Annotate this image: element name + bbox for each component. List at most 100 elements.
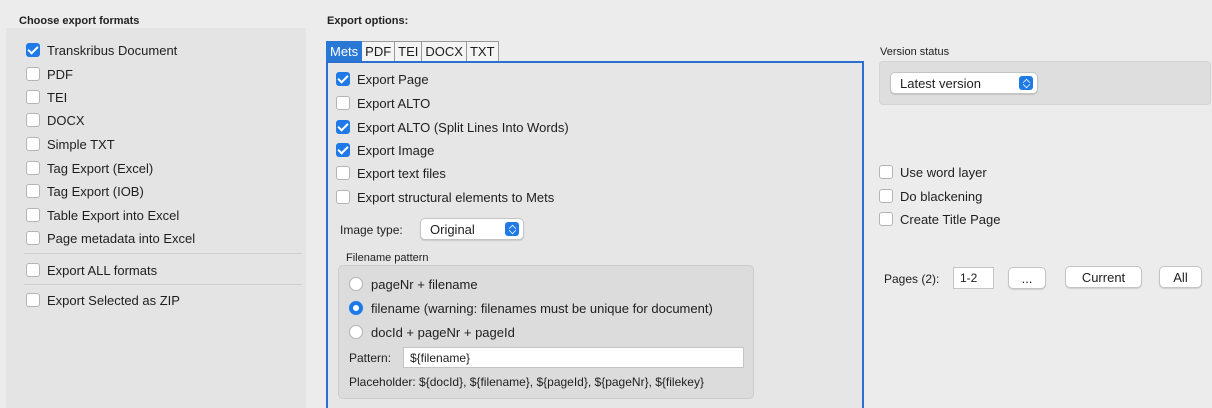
- checkbox[interactable]: [336, 120, 350, 134]
- divider: [24, 253, 302, 254]
- option-label: Use word layer: [900, 164, 987, 180]
- image-type-value: Original: [430, 221, 475, 237]
- option-label: Export structural elements to Mets: [357, 189, 555, 205]
- checkbox[interactable]: [26, 293, 40, 307]
- format-label: DOCX: [47, 112, 85, 128]
- radio-pagenr-filename[interactable]: pageNr + filename: [349, 274, 478, 294]
- divider: [24, 284, 302, 285]
- version-value: Latest version: [900, 75, 981, 91]
- do-blackening-option[interactable]: Do blackening: [879, 186, 982, 206]
- checkbox[interactable]: [336, 72, 350, 86]
- checkbox[interactable]: [26, 231, 40, 245]
- checkbox[interactable]: [336, 166, 350, 180]
- format-tei[interactable]: TEI: [26, 87, 67, 107]
- format-label: Tag Export (Excel): [47, 160, 154, 176]
- format-simple-txt[interactable]: Simple TXT: [26, 134, 115, 154]
- pages-label: Pages (2):: [884, 272, 940, 286]
- image-type-label: Image type:: [340, 223, 403, 237]
- filename-pattern-group: pageNr + filename filename (warning: fil…: [338, 265, 754, 399]
- checkbox[interactable]: [26, 137, 40, 151]
- checkbox[interactable]: [879, 165, 893, 179]
- pages-input[interactable]: 1-2: [953, 267, 994, 289]
- checkbox[interactable]: [26, 184, 40, 198]
- page-select-ellipsis-button[interactable]: ...: [1008, 267, 1046, 289]
- export-alto-split-option[interactable]: Export ALTO (Split Lines Into Words): [336, 117, 569, 137]
- format-label: TEI: [47, 89, 68, 105]
- export-zip-label: Export Selected as ZIP: [47, 292, 180, 308]
- filename-pattern-title: Filename pattern: [346, 252, 429, 264]
- format-label: Simple TXT: [47, 136, 115, 152]
- version-status-label: Version status: [880, 46, 950, 58]
- create-title-page-option[interactable]: Create Title Page: [879, 209, 1000, 229]
- version-status-box: Latest version: [879, 61, 1211, 105]
- checkbox[interactable]: [336, 96, 350, 110]
- format-transkribus-document[interactable]: Transkribus Document: [26, 40, 177, 60]
- radio-filename[interactable]: filename (warning: filenames must be uni…: [349, 298, 713, 318]
- radio-button[interactable]: [349, 325, 363, 339]
- checkbox[interactable]: [26, 208, 40, 222]
- export-image-option[interactable]: Export Image: [336, 140, 434, 160]
- radio-label: docId + pageNr + pageId: [371, 324, 515, 340]
- export-page-option[interactable]: Export Page: [336, 69, 429, 89]
- format-label: Tag Export (IOB): [47, 183, 144, 199]
- checkbox[interactable]: [879, 212, 893, 226]
- option-label: Export ALTO: [357, 95, 431, 111]
- use-word-layer-option[interactable]: Use word layer: [879, 162, 987, 182]
- radio-button[interactable]: [349, 301, 363, 315]
- export-text-files-option[interactable]: Export text files: [336, 163, 446, 183]
- export-all-label: Export ALL formats: [47, 262, 158, 278]
- checkbox[interactable]: [26, 67, 40, 81]
- pattern-label: Pattern:: [349, 351, 392, 365]
- image-type-select[interactable]: Original: [420, 218, 524, 240]
- chevron-updown-icon: [505, 222, 519, 236]
- option-label: Create Title Page: [900, 211, 1001, 227]
- checkbox[interactable]: [336, 190, 350, 204]
- checkbox[interactable]: [336, 143, 350, 157]
- tab-pdf[interactable]: PDF: [362, 41, 396, 62]
- format-docx[interactable]: DOCX: [26, 110, 85, 130]
- radio-docid-pagenr-pageid[interactable]: docId + pageNr + pageId: [349, 322, 515, 342]
- format-label: Transkribus Document: [47, 42, 178, 58]
- placeholder-hint: Placeholder: ${docId}, ${filename}, ${pa…: [349, 375, 704, 389]
- export-structural-option[interactable]: Export structural elements to Mets: [336, 187, 554, 207]
- mets-options-panel: Export Page Export ALTO Export ALTO (Spl…: [326, 61, 864, 408]
- chevron-updown-icon: [1019, 76, 1033, 90]
- tab-tei[interactable]: TEI: [395, 41, 423, 62]
- radio-button[interactable]: [349, 277, 363, 291]
- format-tag-export-excel[interactable]: Tag Export (Excel): [26, 158, 153, 178]
- format-tab-bar: Mets PDF TEI DOCX TXT: [326, 41, 499, 62]
- format-page-metadata-excel[interactable]: Page metadata into Excel: [26, 228, 195, 248]
- radio-label: pageNr + filename: [371, 276, 478, 292]
- checkbox[interactable]: [26, 90, 40, 104]
- tab-mets[interactable]: Mets: [326, 41, 363, 62]
- format-label: PDF: [47, 66, 73, 82]
- all-pages-button[interactable]: All: [1159, 266, 1202, 288]
- export-formats-panel: Transkribus Document PDF TEI DOCX Simple…: [6, 28, 306, 408]
- format-table-export-excel[interactable]: Table Export into Excel: [26, 205, 179, 225]
- export-all-formats[interactable]: Export ALL formats: [26, 260, 157, 280]
- tab-txt[interactable]: TXT: [466, 41, 499, 62]
- format-label: Table Export into Excel: [47, 207, 180, 223]
- radio-label: filename (warning: filenames must be uni…: [371, 300, 713, 316]
- checkbox[interactable]: [26, 43, 40, 57]
- export-alto-option[interactable]: Export ALTO: [336, 93, 430, 113]
- export-options-header: Export options:: [327, 15, 409, 27]
- checkbox[interactable]: [879, 189, 893, 203]
- export-formats-header: Choose export formats: [19, 15, 140, 27]
- checkbox[interactable]: [26, 263, 40, 277]
- option-label: Export text files: [357, 165, 446, 181]
- option-label: Export ALTO (Split Lines Into Words): [357, 119, 569, 135]
- option-label: Export Page: [357, 71, 429, 87]
- tab-docx[interactable]: DOCX: [422, 41, 467, 62]
- export-selected-zip[interactable]: Export Selected as ZIP: [26, 290, 180, 310]
- version-select[interactable]: Latest version: [890, 72, 1038, 94]
- format-tag-export-iob[interactable]: Tag Export (IOB): [26, 181, 144, 201]
- current-page-button[interactable]: Current: [1065, 266, 1142, 288]
- checkbox[interactable]: [26, 161, 40, 175]
- pattern-input[interactable]: ${filename}: [403, 347, 744, 368]
- option-label: Do blackening: [900, 188, 983, 204]
- checkbox[interactable]: [26, 113, 40, 127]
- option-label: Export Image: [357, 142, 435, 158]
- format-label: Page metadata into Excel: [47, 230, 196, 246]
- format-pdf[interactable]: PDF: [26, 64, 73, 84]
